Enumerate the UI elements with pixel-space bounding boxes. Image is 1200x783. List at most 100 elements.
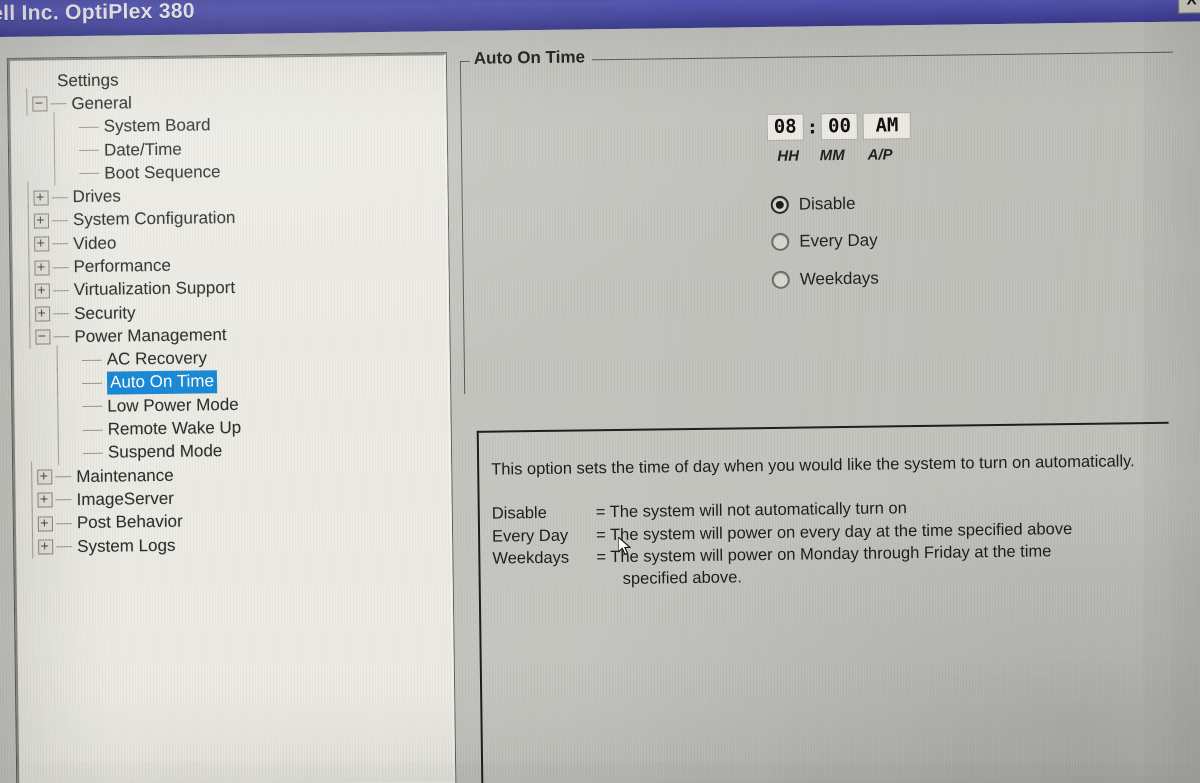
expand-icon[interactable] xyxy=(37,492,53,509)
tree-connector xyxy=(52,266,69,268)
expand-icon[interactable] xyxy=(37,469,53,485)
time-field-labels: HH MM A/P xyxy=(770,146,901,165)
tree-item-system-board[interactable]: System Board xyxy=(19,111,238,140)
tree-item-general[interactable]: General xyxy=(18,88,237,116)
minute-label: MM xyxy=(819,146,845,165)
tree-item-ac-recovery[interactable]: AC Recovery xyxy=(22,344,241,372)
tree-guide-line xyxy=(26,88,28,116)
expand-icon[interactable] xyxy=(33,190,49,206)
tree-item-video[interactable]: Video xyxy=(20,228,239,256)
expand-icon[interactable] xyxy=(37,516,53,532)
tree-guide-line xyxy=(57,438,60,466)
expand-icon[interactable] xyxy=(38,539,54,555)
tree-connector xyxy=(50,103,67,105)
expand-icon[interactable] xyxy=(35,306,51,322)
tree-item-auto-on-time[interactable]: Auto On Time xyxy=(22,368,241,396)
radio-option-disable[interactable]: Disable xyxy=(770,185,879,224)
schedule-radio-group[interactable]: Disable Every Day Weekdays xyxy=(770,185,880,299)
auto-on-time-row: 08 : 00 AM xyxy=(767,113,911,140)
content-pane: Auto On Time 08 : 00 AM HH MM A/P Disabl… xyxy=(459,35,1200,783)
tree-item-date-time[interactable]: Date/Time xyxy=(19,135,238,163)
tree-connector xyxy=(52,243,69,245)
tree-guide-line xyxy=(31,531,34,559)
minute-field[interactable]: 00 xyxy=(821,113,858,140)
tree-item-label: Date/Time xyxy=(103,139,182,160)
tree-item-suspend-mode[interactable]: Suspend Mode xyxy=(23,438,242,466)
radio-option-every-day[interactable]: Every Day xyxy=(771,222,879,261)
tree-item-label: ImageServer xyxy=(76,488,175,510)
tree-item-system-configuration[interactable]: System Configuration xyxy=(20,205,239,233)
tree-item-label: System Configuration xyxy=(72,208,236,230)
time-separator: : xyxy=(806,115,819,138)
help-term: Weekdays xyxy=(492,548,570,568)
tree-connector xyxy=(79,173,100,175)
tree-item-label: Maintenance xyxy=(76,465,174,486)
tree-item-label: AC Recovery xyxy=(106,348,208,369)
settings-tree: Settings General System Board Date/Time Boot… xyxy=(10,58,243,559)
expand-icon[interactable] xyxy=(34,236,50,252)
radio-unselected-icon[interactable] xyxy=(771,270,790,289)
auto-on-time-group: Auto On Time 08 : 00 AM HH MM A/P Disabl… xyxy=(459,47,1178,394)
tree-item-post-behavior[interactable]: Post Behavior xyxy=(24,508,243,536)
tree-item-boot-sequence[interactable]: Boot Sequence xyxy=(19,158,238,186)
navigation-panel[interactable]: Settings General System Board Date/Time Boot… xyxy=(7,53,456,783)
hour-field[interactable]: 08 xyxy=(767,114,803,140)
tree-item-label: System Logs xyxy=(77,535,176,556)
radio-selected-icon[interactable] xyxy=(770,195,789,214)
tree-connector xyxy=(82,452,103,454)
expand-icon[interactable] xyxy=(34,259,50,276)
radio-unselected-icon[interactable] xyxy=(771,232,790,252)
help-text: This option sets the time of day when yo… xyxy=(479,424,1171,592)
tree-item-label: Settings xyxy=(56,70,119,90)
tree-connector xyxy=(53,336,70,338)
tree-item-label: Boot Sequence xyxy=(104,161,221,183)
tree-item-label: Remote Wake Up xyxy=(107,417,242,439)
tree-item-virtualization-support[interactable]: Virtualization Support xyxy=(21,275,240,303)
ampm-field[interactable]: AM xyxy=(863,113,911,139)
tree-guide-line xyxy=(54,158,56,186)
tree-item-system-logs[interactable]: System Logs xyxy=(24,531,243,559)
tree-item-low-power-mode[interactable]: Low Power Mode xyxy=(22,391,241,419)
tree-item-remote-wake-up[interactable]: Remote Wake Up xyxy=(23,414,242,442)
bios-setup-window: ell Inc. OptiPlex 380 X SettingsGeneralS… xyxy=(0,0,1200,783)
tree-item-power-management[interactable]: Power Management xyxy=(21,321,240,349)
tree-item-label: General xyxy=(71,93,132,114)
collapse-icon[interactable] xyxy=(35,329,51,345)
tree-item-label: Suspend Mode xyxy=(107,441,223,463)
help-term: Every Day xyxy=(491,526,569,546)
tree-item-label: Auto On Time xyxy=(106,370,218,395)
tree-item-performance[interactable]: Performance xyxy=(20,252,239,280)
expand-icon[interactable] xyxy=(33,213,50,229)
close-icon[interactable]: X xyxy=(1177,0,1200,14)
tree-connector xyxy=(52,289,69,292)
tree-item-imageserver[interactable]: ImageServer xyxy=(23,484,242,512)
tree-item-label: Security xyxy=(74,302,136,323)
tree-item-label: Virtualization Support xyxy=(73,278,236,300)
tree-guide-line xyxy=(29,321,31,349)
tree-connector xyxy=(82,429,103,431)
radio-option-weekdays[interactable]: Weekdays xyxy=(771,260,880,299)
tree-item-maintenance[interactable]: Maintenance xyxy=(23,461,242,489)
ampm-label: A/P xyxy=(867,146,893,164)
tree-connector xyxy=(81,359,102,361)
collapse-icon[interactable] xyxy=(32,96,48,113)
tree-item-label: Video xyxy=(73,233,117,253)
tree-connector xyxy=(55,522,72,525)
expand-icon[interactable] xyxy=(34,283,50,299)
tree-item-drives[interactable]: Drives xyxy=(19,182,238,210)
tree-item-label: System Board xyxy=(103,115,211,136)
tree-connector xyxy=(53,313,70,315)
tree-item-security[interactable]: Security xyxy=(21,298,240,326)
group-legend: Auto On Time xyxy=(469,47,593,69)
tree-item-settings[interactable]: Settings xyxy=(18,67,237,93)
hour-label: HH xyxy=(777,147,800,165)
tree-connector xyxy=(78,126,99,128)
tree-item-label: Low Power Mode xyxy=(107,394,239,416)
radio-option-label: Disable xyxy=(798,193,856,214)
